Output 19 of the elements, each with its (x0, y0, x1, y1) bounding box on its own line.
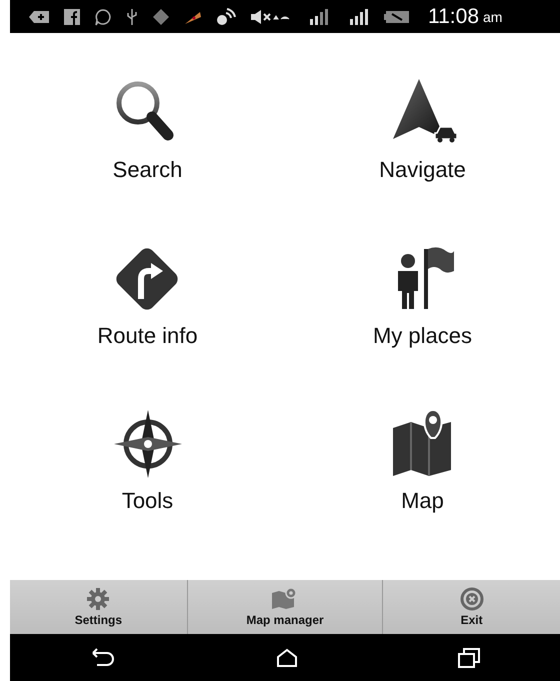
usb-icon (126, 8, 138, 26)
menu-item[interactable]: Navigate (379, 73, 466, 183)
menu-item[interactable]: Route info (97, 238, 198, 349)
clock-period: am (483, 8, 502, 24)
menu-item[interactable]: Tools (108, 404, 188, 514)
home-icon[interactable] (275, 648, 299, 668)
social-app-icon (64, 8, 80, 24)
close-icon (460, 587, 484, 611)
menu-item[interactable]: My places (372, 238, 472, 349)
menu-item[interactable]: Search (108, 73, 188, 183)
settings-icon (86, 587, 110, 611)
recent-apps-icon[interactable] (457, 646, 481, 668)
notification-icon (28, 10, 50, 24)
menu-item[interactable]: Map (382, 404, 462, 514)
wifi-hotspot-icon (216, 8, 236, 26)
clock-time: 11:08 (428, 4, 479, 28)
battery-icon (384, 10, 410, 24)
chat-bubble-icon (94, 8, 112, 26)
muted-speaker-icon (250, 8, 290, 24)
